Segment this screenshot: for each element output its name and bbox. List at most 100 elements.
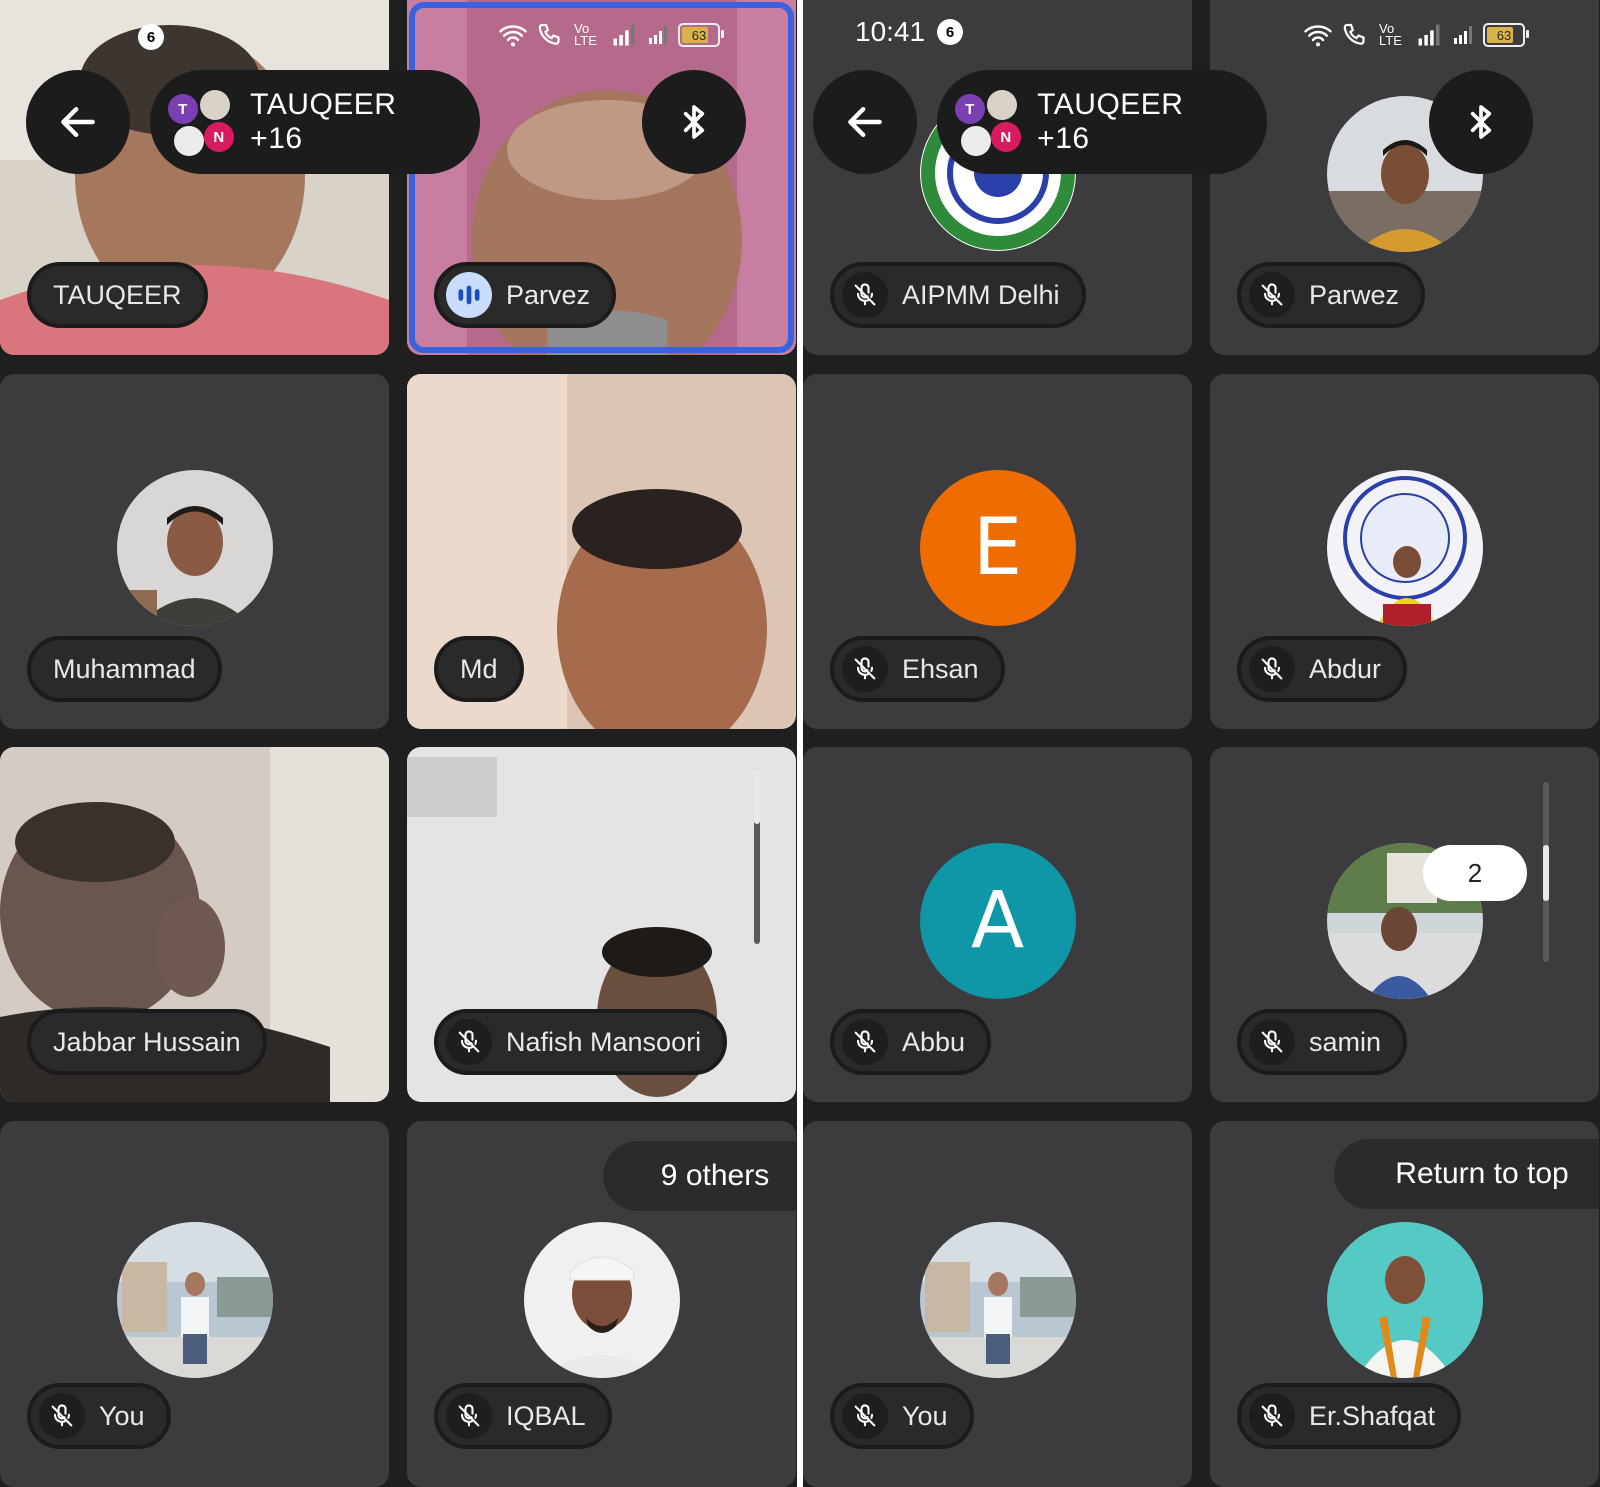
notification-count-badge: 6	[138, 24, 164, 50]
participant-avatar	[1326, 470, 1483, 626]
participant-tile[interactable]: Jabbar Hussain	[0, 747, 389, 1102]
mic-off-icon	[39, 1393, 85, 1439]
participant-tile[interactable]: Md	[407, 374, 796, 729]
audio-output-button[interactable]	[1429, 70, 1533, 174]
participant-tile[interactable]: Return to top Er.Shafqat	[1210, 1121, 1599, 1487]
participant-name-label: You	[830, 1383, 974, 1449]
back-button[interactable]	[26, 70, 130, 174]
participant-tile-active-speaker[interactable]: Parvez	[407, 0, 796, 355]
signal-icon	[1451, 21, 1475, 49]
scrollbar-thumb[interactable]	[1543, 845, 1549, 901]
mic-off-icon	[1249, 646, 1295, 692]
participant-name: Md	[460, 653, 498, 684]
status-time: 10:41 6	[855, 16, 964, 48]
participant-tile[interactable]: Parwez	[1210, 0, 1599, 355]
mini-avatar: N	[204, 122, 234, 152]
mic-off-icon	[1249, 1393, 1295, 1439]
participant-name: Abdur	[1309, 653, 1382, 684]
participant-name: You	[99, 1400, 145, 1431]
participant-tile[interactable]: E Ehsan	[803, 374, 1192, 729]
meeting-participants-pill[interactable]: T N TAUQEER +16	[150, 70, 480, 174]
volte-icon: Vo LTE	[574, 21, 597, 48]
participant-name-label: Er.Shafqat	[1237, 1383, 1462, 1449]
volte-icon: Vo LTE	[1379, 21, 1402, 48]
participant-name-label: Abbu	[830, 1009, 992, 1075]
return-to-top-label: Return to top	[1395, 1157, 1569, 1190]
mic-off-icon	[842, 272, 888, 318]
meeting-grid-panel-right: AIPMM Delhi Parwez E Ehsan Abdur A Abbu …	[803, 0, 1600, 1487]
wifi-icon	[1303, 20, 1333, 50]
mic-off-icon	[446, 1393, 492, 1439]
participant-avatar	[919, 1222, 1076, 1378]
participant-name-label: TAUQEER	[27, 262, 208, 328]
mini-avatar-photo	[200, 90, 230, 120]
participant-name-label: Muhammad	[27, 636, 222, 702]
speaking-indicator-icon	[446, 272, 492, 318]
avatar-initial: E	[919, 470, 1076, 626]
battery-icon: 63	[678, 23, 724, 47]
bluetooth-icon	[674, 102, 714, 142]
participant-name-label: IQBAL	[434, 1383, 612, 1449]
participant-name-label: AIPMM Delhi	[830, 262, 1086, 328]
mic-off-icon	[842, 646, 888, 692]
mic-off-icon	[446, 1019, 492, 1065]
mic-off-icon	[1249, 1019, 1295, 1065]
mic-off-icon	[842, 1019, 888, 1065]
participant-name: Jabbar Hussain	[53, 1026, 241, 1057]
meeting-participants-pill[interactable]: T N TAUQEER +16	[937, 70, 1267, 174]
participant-tile[interactable]: AIPMM Delhi	[803, 0, 1192, 355]
back-button[interactable]	[813, 70, 917, 174]
participant-avatar-letter: E	[919, 470, 1076, 626]
participant-name-label: Parwez	[1237, 262, 1426, 328]
participant-avatar	[116, 470, 273, 626]
group-avatars: T N	[166, 88, 234, 156]
participant-name-label: Md	[434, 636, 524, 702]
participant-name: Muhammad	[53, 653, 196, 684]
audio-output-button[interactable]	[642, 70, 746, 174]
wifi-calling-icon	[538, 23, 560, 45]
participant-name: TAUQEER	[53, 279, 182, 310]
participant-name: Er.Shafqat	[1309, 1400, 1436, 1431]
participant-name: Parvez	[506, 279, 591, 310]
participant-tile-self[interactable]: You	[0, 1121, 389, 1487]
participant-name-label: Nafish Mansoori	[434, 1009, 728, 1075]
arrow-left-icon	[56, 100, 100, 144]
signal-icon	[610, 21, 638, 49]
participant-name: Parwez	[1309, 279, 1400, 310]
participant-avatar-letter: A	[919, 843, 1076, 999]
participant-name: Ehsan	[902, 653, 979, 684]
bluetooth-icon	[1461, 102, 1501, 142]
participant-tile[interactable]: A Abbu	[803, 747, 1192, 1102]
participant-avatar	[1326, 1222, 1483, 1378]
meeting-grid-panel-left: TAUQEER Parvez Muhammad Md Jabbar Hussai…	[0, 0, 797, 1487]
mini-avatar: T	[955, 94, 985, 124]
participant-name-label: You	[27, 1383, 171, 1449]
signal-icon	[1415, 21, 1443, 49]
participant-name: Abbu	[902, 1026, 966, 1057]
participant-tile[interactable]: Abdur	[1210, 374, 1599, 729]
participant-name: Nafish Mansoori	[506, 1026, 702, 1057]
scroll-page-badge: 2	[1423, 845, 1527, 901]
participant-tile-self[interactable]: You	[803, 1121, 1192, 1487]
participant-tile[interactable]: TAUQEER	[0, 0, 389, 355]
meeting-title: TAUQEER +16	[250, 88, 397, 155]
notification-count-badge: 6	[937, 19, 964, 45]
status-bar-left: 6	[138, 24, 164, 50]
participant-tile[interactable]: Muhammad	[0, 374, 389, 729]
participant-tile[interactable]: Nafish Mansoori	[407, 747, 796, 1102]
battery-icon: 63	[1483, 23, 1529, 47]
mini-avatar: T	[168, 94, 198, 124]
mic-off-icon	[1249, 272, 1295, 318]
meeting-title: TAUQEER +16	[1037, 88, 1184, 155]
group-avatars: T N	[953, 88, 1021, 156]
wifi-icon	[498, 20, 528, 50]
others-count-pill[interactable]: 9 others	[603, 1141, 796, 1211]
scrollbar-thumb[interactable]	[754, 768, 760, 824]
participant-avatar	[523, 1222, 680, 1378]
participant-tile[interactable]: samin	[1210, 747, 1599, 1102]
participant-tile[interactable]: 9 others IQBAL	[407, 1121, 796, 1487]
return-to-top-button[interactable]: Return to top	[1334, 1139, 1599, 1209]
participant-name-label: Abdur	[1237, 636, 1408, 702]
mini-avatar: N	[991, 122, 1021, 152]
participant-name: AIPMM Delhi	[902, 279, 1060, 310]
